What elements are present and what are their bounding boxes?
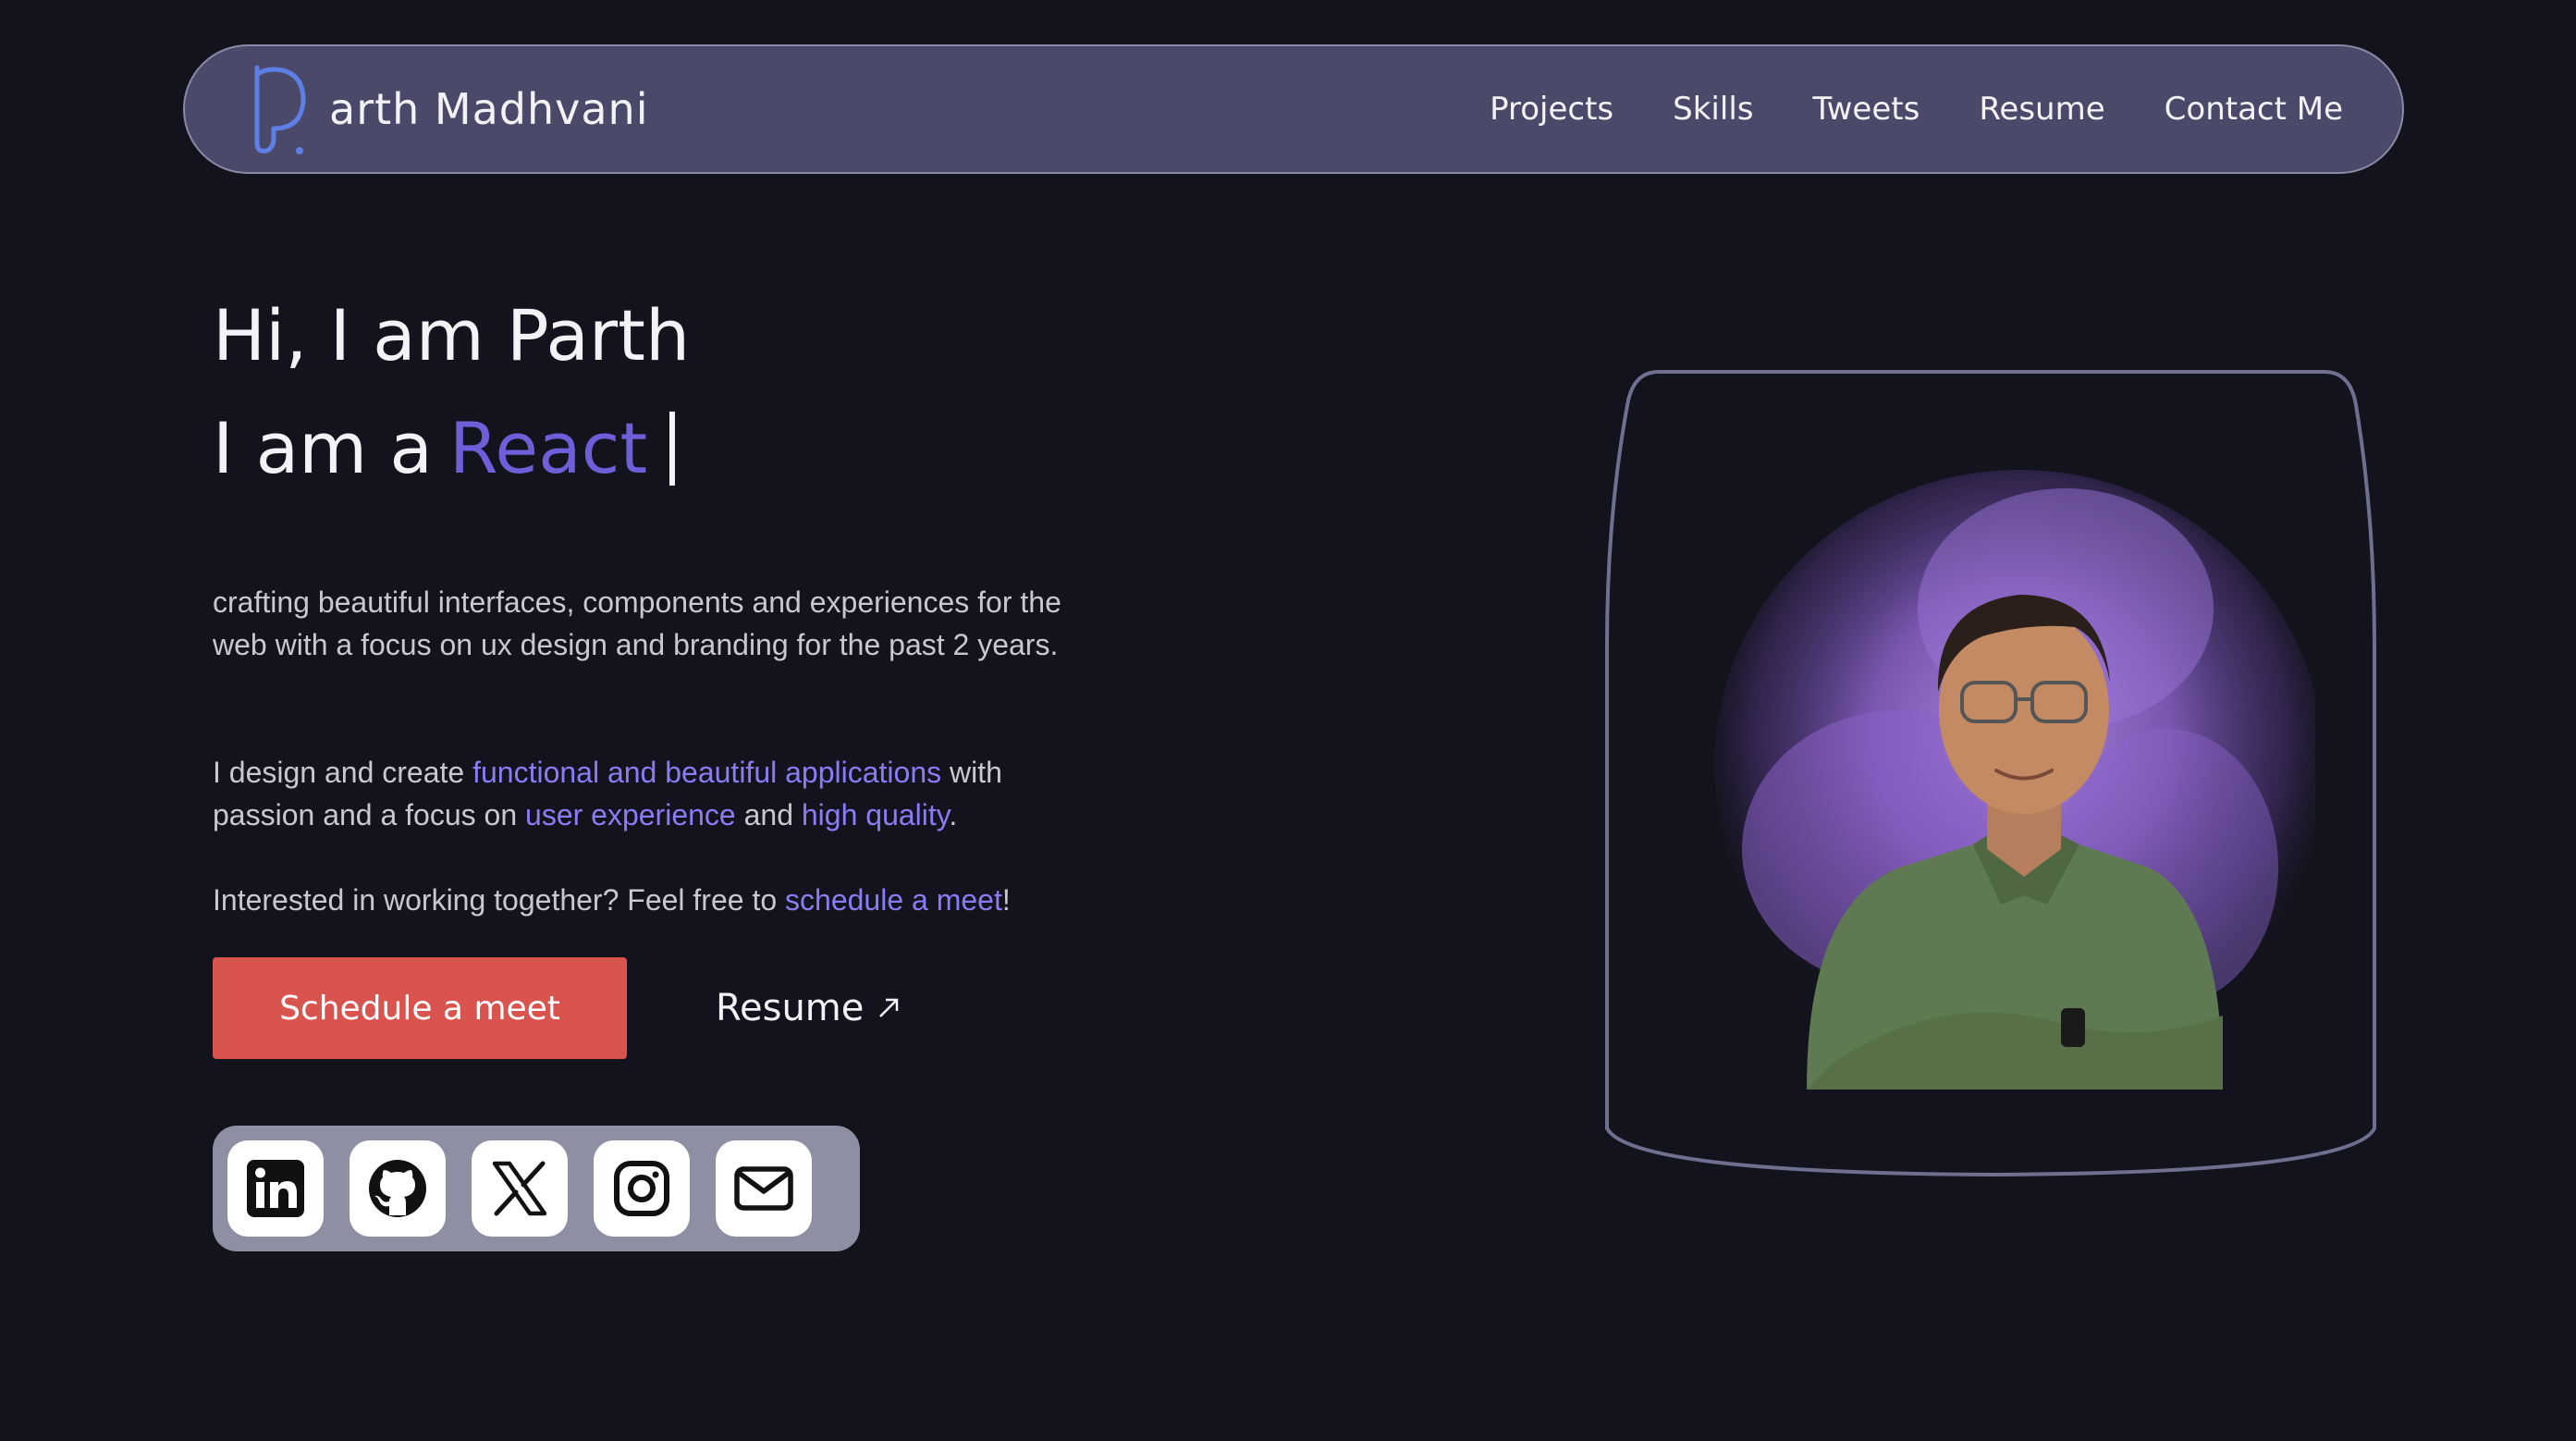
nav-link-resume[interactable]: Resume	[1979, 91, 2104, 128]
about-paragraph-2: I design and create functional and beaut…	[213, 751, 1100, 836]
nav-link-tweets[interactable]: Tweets	[1812, 91, 1920, 128]
nav-link-skills[interactable]: Skills	[1673, 91, 1753, 128]
external-arrow-icon	[879, 998, 899, 1017]
about-p2-text-d: .	[949, 798, 958, 831]
brand-name: arth Madhvani	[329, 84, 649, 134]
about-p2-text-a: I design and create	[213, 756, 473, 789]
nav-link-projects[interactable]: Projects	[1490, 91, 1613, 128]
highlight-high-quality: high quality	[801, 798, 950, 831]
navbar: arth Madhvani Projects Skills Tweets Res…	[183, 44, 2404, 174]
linkedin-button[interactable]	[227, 1140, 324, 1237]
highlight-user-experience: user experience	[525, 798, 736, 831]
instagram-icon	[614, 1161, 669, 1216]
social-links-bar	[213, 1126, 860, 1251]
schedule-meet-button[interactable]: Schedule a meet	[213, 957, 627, 1059]
highlight-functional-apps: functional and beautiful applications	[472, 756, 942, 789]
hero-role-prefix: I am a	[213, 407, 433, 489]
x-twitter-button[interactable]	[472, 1140, 568, 1237]
linkedin-icon	[247, 1160, 304, 1217]
x-icon	[492, 1161, 547, 1216]
brand-logo-icon	[254, 65, 306, 154]
about-p3-text-b: !	[1001, 883, 1011, 917]
brand[interactable]: arth Madhvani	[244, 58, 649, 160]
instagram-button[interactable]	[594, 1140, 690, 1237]
nav-links: Projects Skills Tweets Resume Contact Me	[1490, 91, 2343, 128]
portrait-frame	[1603, 368, 2376, 1178]
nav-link-contact[interactable]: Contact Me	[2165, 91, 2343, 128]
mail-icon	[734, 1166, 793, 1211]
about-p3-text-a: Interested in working together? Feel fre…	[213, 883, 786, 917]
resume-button[interactable]: Resume	[716, 976, 902, 1041]
hero-role-line: I am a React	[213, 407, 676, 489]
about-paragraph-1: crafting beautiful interfaces, component…	[213, 585, 1061, 661]
resume-button-label: Resume	[716, 987, 865, 1029]
portfolio-page: arth Madhvani Projects Skills Tweets Res…	[0, 0, 2576, 1441]
github-icon	[369, 1160, 426, 1217]
email-button[interactable]	[716, 1140, 812, 1237]
hero-role-word: React	[448, 407, 648, 489]
typing-caret	[669, 411, 676, 486]
about-paragraph-3: Interested in working together? Feel fre…	[213, 879, 1100, 921]
github-button[interactable]	[350, 1140, 446, 1237]
profile-photo	[1714, 470, 2315, 1090]
about-p2-text-c: and	[735, 798, 802, 831]
hero-greeting: Hi, I am Parth	[213, 294, 691, 376]
schedule-meet-link[interactable]: schedule a meet	[785, 883, 1002, 917]
